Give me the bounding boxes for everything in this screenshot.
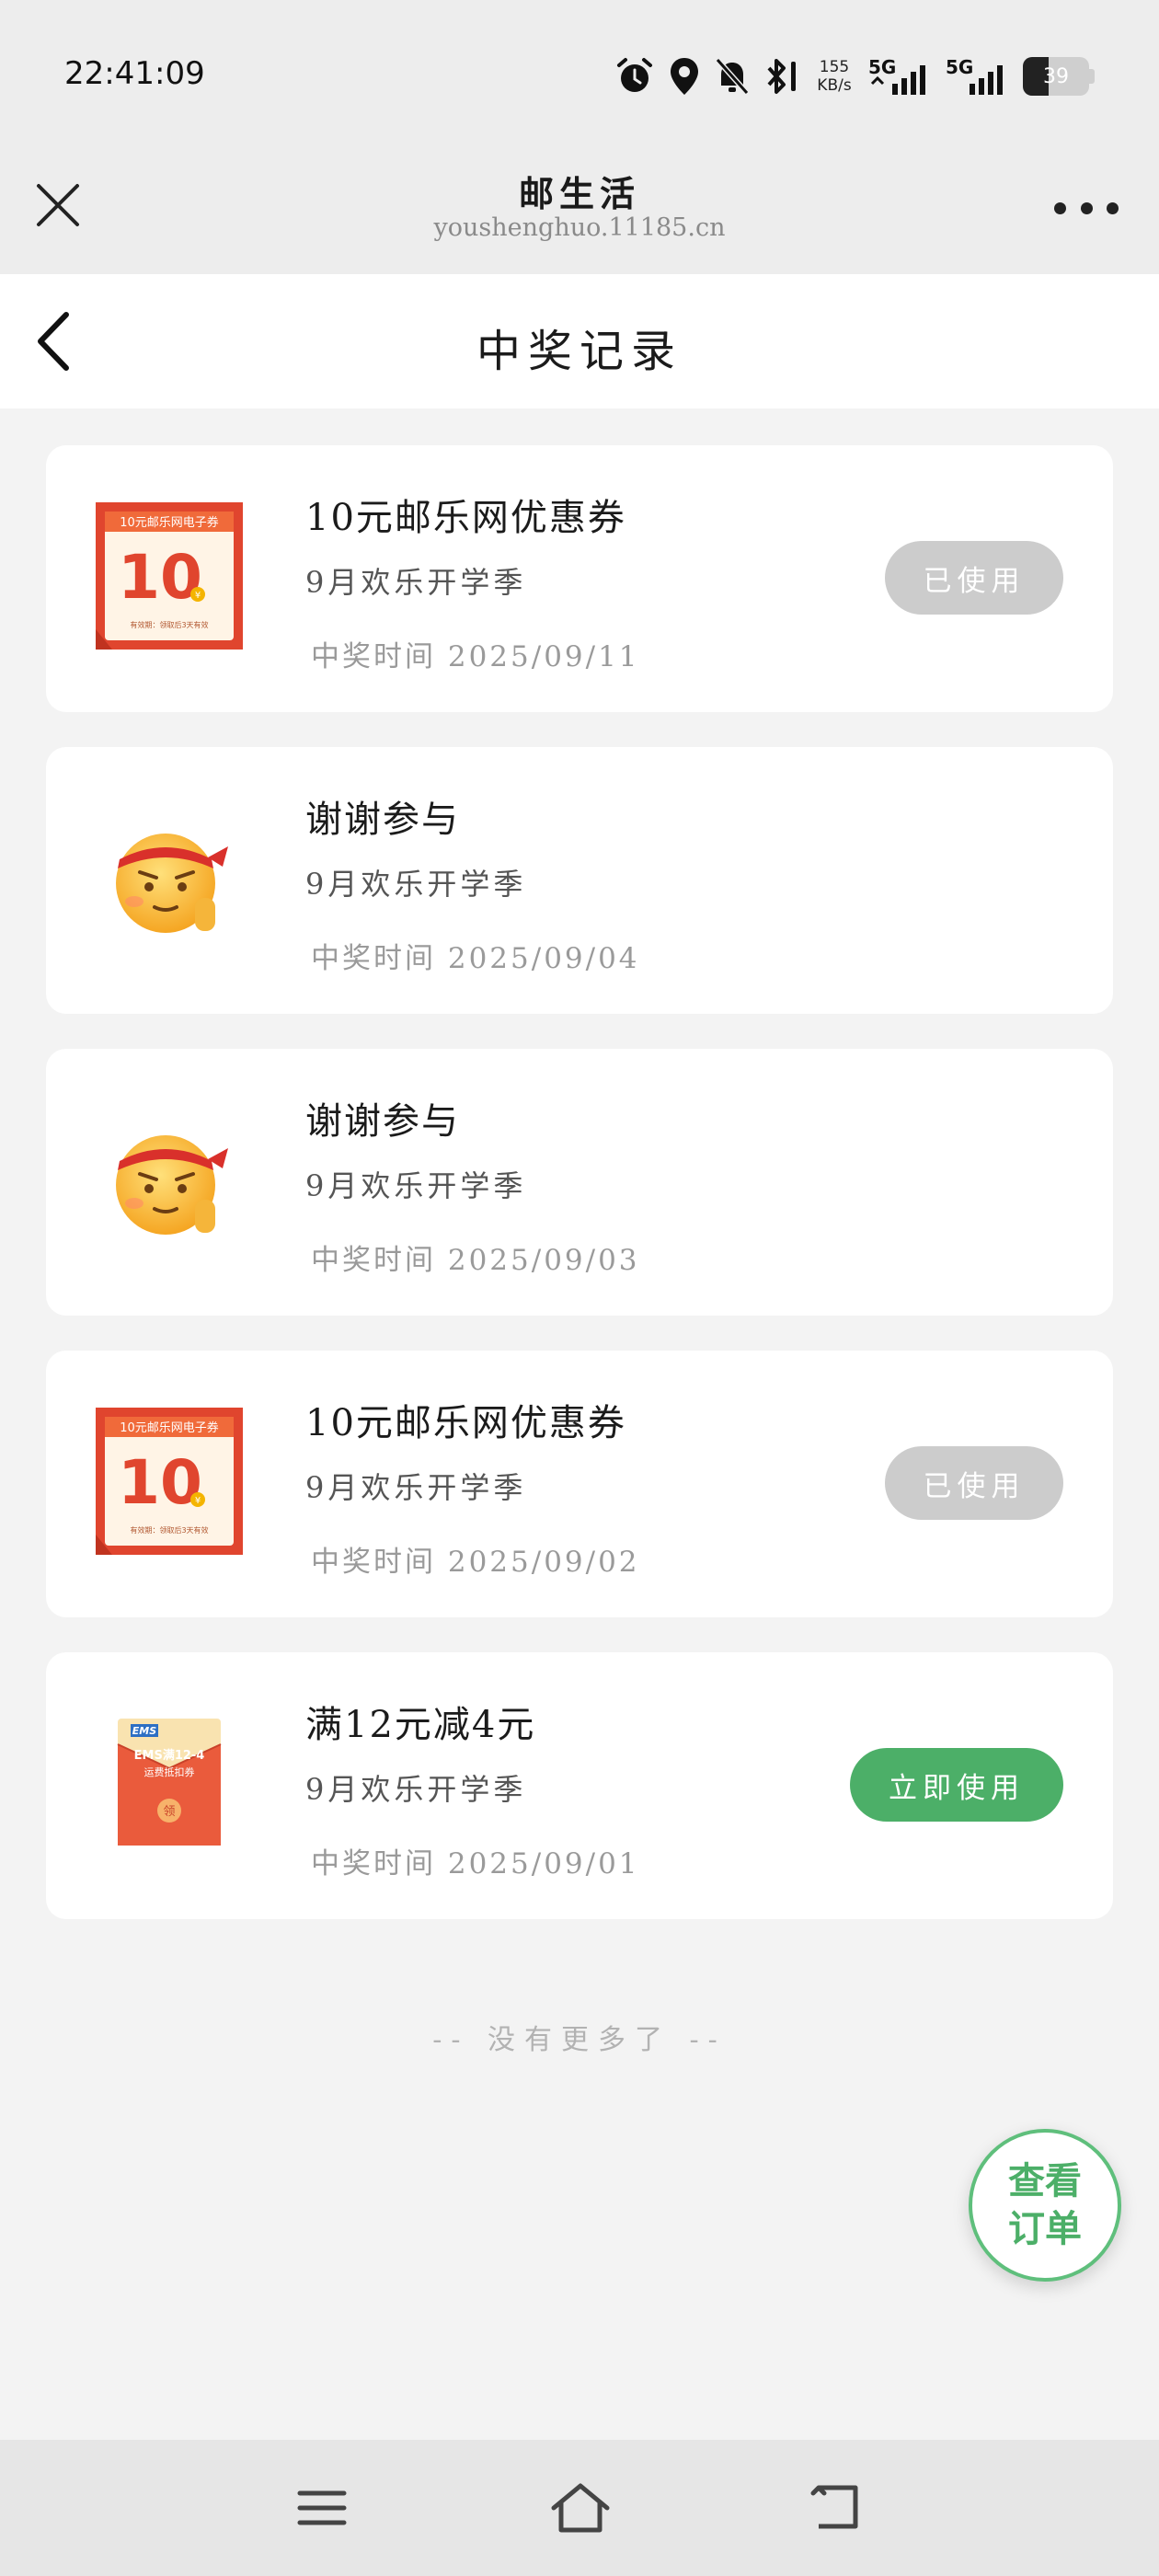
used-button[interactable]: 已使用: [885, 541, 1063, 615]
ems-envelope-icon: EMS EMS满12-4 运费抵扣券 领: [117, 1719, 222, 1846]
status-time: 22:41:09: [64, 55, 205, 92]
nav-menu-button[interactable]: [294, 2480, 350, 2536]
battery-indicator: 39: [1023, 57, 1089, 96]
signal-strength-2: 5G: [946, 56, 1010, 97]
net-speed: 155 KB/s: [813, 58, 855, 95]
record-name: 10元邮乐网优惠券: [305, 497, 626, 539]
view-orders-label: 查看 订单: [1004, 2157, 1086, 2253]
record-time: 中奖时间 2025/09/04: [311, 942, 640, 975]
coupon-footer: 有效期：领取后3天有效: [130, 1525, 208, 1535]
page-title: 中奖记录: [476, 326, 683, 377]
record-card: 谢谢参与 9月欢乐开学季 中奖时间 2025/09/03: [46, 1049, 1113, 1316]
system-nav-bar: [0, 2440, 1159, 2576]
home-icon: [551, 2483, 610, 2533]
more-options-button[interactable]: [1054, 197, 1119, 219]
back-arrow-icon: [810, 2485, 858, 2529]
record-card: EMS EMS满12-4 运费抵扣券 领 满12元减4元 9月欢乐开学季 中奖时…: [46, 1652, 1113, 1919]
coupon-header: 10元邮乐网电子券: [120, 1420, 219, 1435]
more-dot: [1080, 201, 1093, 214]
app-url: youshenghuo.11185.cn: [433, 213, 726, 242]
view-orders-line2: 订单: [1008, 2207, 1082, 2250]
coupon-header: 10元邮乐网电子券: [120, 515, 219, 530]
view-orders-line1: 查看: [1008, 2159, 1082, 2202]
record-card: 10元邮乐网电子券 10 ¥ 有效期：领取后3天有效 10元邮乐网优惠券 9月欢…: [46, 1351, 1113, 1617]
app-title: 邮生活: [518, 173, 640, 214]
no-more-text: -- 没有更多了 --: [432, 2024, 727, 2056]
coupon-10-icon: 10元邮乐网电子券 10 ¥ 有效期：领取后3天有效: [96, 1408, 243, 1555]
used-button[interactable]: 已使用: [885, 1446, 1063, 1520]
thanks-emoji-icon: [116, 834, 228, 933]
status-bar: 22:41:09 155 KB/s 5G 5G 39: [0, 0, 1159, 147]
view-orders-button[interactable]: 查看 订单: [969, 2129, 1121, 2282]
record-name: 10元邮乐网优惠券: [305, 1402, 626, 1444]
ems-brand: EMS: [132, 1725, 156, 1737]
record-activity: 9月欢乐开学季: [305, 1772, 527, 1807]
signal-strength-1: 5G: [868, 56, 933, 97]
record-card: 10元邮乐网电子券 10 ¥ 有效期：领取后3天有效 10元邮乐网优惠券 9月欢…: [46, 445, 1113, 712]
nav-home-button[interactable]: [550, 2480, 610, 2536]
coupon-amount: 10: [118, 542, 202, 613]
mute-bell-icon: [715, 58, 750, 95]
ems-seal: 领: [163, 1805, 175, 1819]
record-time: 中奖时间 2025/09/03: [311, 1244, 640, 1277]
record-activity: 9月欢乐开学季: [305, 1470, 527, 1505]
menu-icon: [297, 2490, 347, 2525]
more-dot: [1107, 201, 1119, 214]
record-time: 中奖时间 2025/09/02: [311, 1546, 640, 1579]
record-activity: 9月欢乐开学季: [305, 565, 527, 600]
record-time: 中奖时间 2025/09/01: [311, 1847, 640, 1880]
coupon-amount: 10: [118, 1447, 202, 1518]
record-name: 谢谢参与: [305, 1100, 460, 1143]
coupon-10-icon: 10元邮乐网电子券 10 ¥ 有效期：领取后3天有效: [96, 502, 243, 650]
net-speed-unit: KB/s: [817, 76, 852, 95]
signal-bars-icon: [970, 65, 1003, 95]
signal-bars-icon: [870, 65, 925, 95]
thanks-emoji-icon: [116, 1135, 228, 1235]
nav-back-button[interactable]: [809, 2480, 865, 2536]
record-activity: 9月欢乐开学季: [305, 867, 527, 902]
record-card: 谢谢参与 9月欢乐开学季 中奖时间 2025/09/04: [46, 747, 1113, 1014]
net-speed-value: 155: [819, 58, 850, 76]
location-icon: [671, 58, 698, 95]
battery-level: 39: [1043, 64, 1069, 88]
bluetooth-icon: [767, 59, 796, 94]
browser-title-bar: 邮生活 youshenghuo.11185.cn: [0, 147, 1159, 274]
record-name: 满12元减4元: [305, 1704, 536, 1746]
coupon-footer: 有效期：领取后3天有效: [130, 620, 208, 629]
record-time: 中奖时间 2025/09/11: [311, 640, 640, 673]
ems-line1: EMS满12-4: [134, 1748, 205, 1763]
record-name: 谢谢参与: [305, 799, 460, 841]
page-header: 中奖记录: [0, 274, 1159, 408]
record-activity: 9月欢乐开学季: [305, 1168, 527, 1203]
alarm-icon: [617, 58, 652, 92]
coupon-currency: ¥: [195, 591, 201, 601]
record-list: 10元邮乐网电子券 10 ¥ 有效期：领取后3天有效 10元邮乐网优惠券 9月欢…: [46, 445, 1113, 1954]
status-icons: 155 KB/s 5G 5G 39: [614, 53, 1095, 99]
battery-tip: [1089, 69, 1095, 84]
coupon-currency: ¥: [195, 1496, 201, 1506]
more-dot: [1054, 201, 1066, 214]
ems-line2: 运费抵扣券: [144, 1765, 195, 1778]
use-now-button[interactable]: 立即使用: [850, 1748, 1063, 1822]
